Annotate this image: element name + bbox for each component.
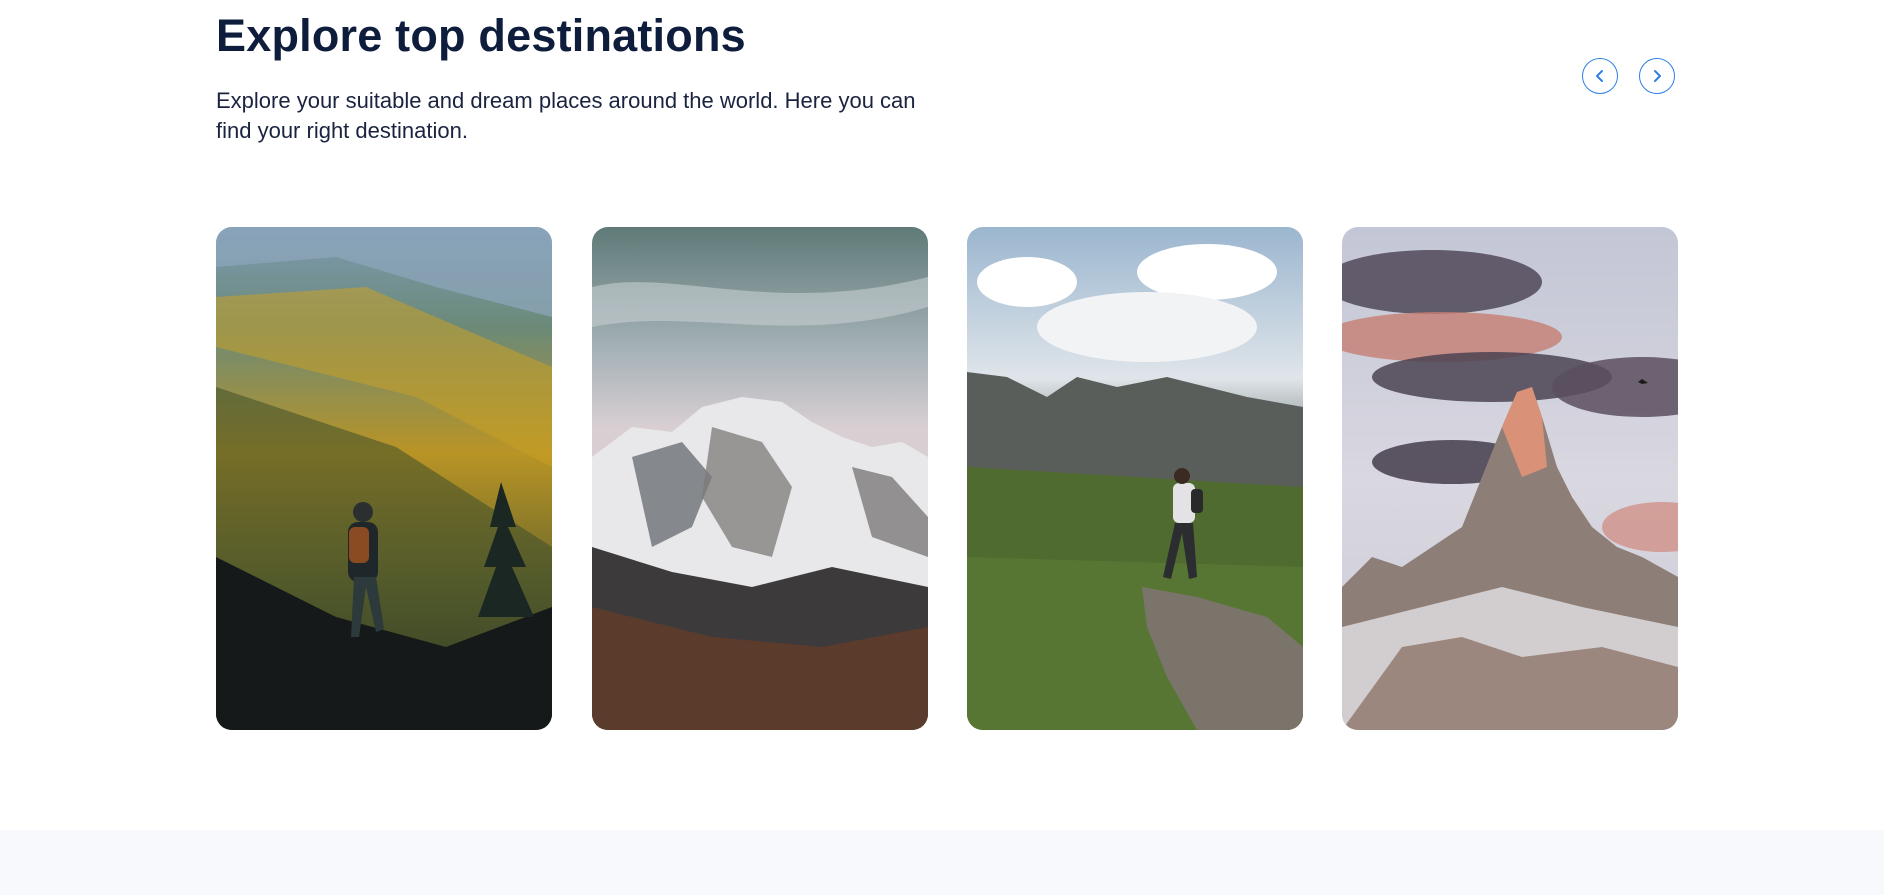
section-description: Explore your suitable and dream places a… [216,88,916,143]
rocky-peak-sunset-photo [1342,227,1678,730]
chevron-right-icon [1650,69,1664,83]
chevron-left-icon [1593,69,1607,83]
destinations-section: Explore top destinations Explore your su… [0,0,1884,830]
destination-card[interactable] [967,227,1303,730]
destination-cards [216,227,1678,730]
next-section-band [0,830,1884,895]
destination-card[interactable] [1342,227,1678,730]
carousel-next-button[interactable] [1639,58,1675,94]
carousel-prev-button[interactable] [1582,58,1618,94]
page-title: Explore top destinations [216,10,746,61]
destination-card[interactable] [592,227,928,730]
hiker-on-cliff-edge-photo [967,227,1303,730]
destination-card[interactable] [216,227,552,730]
snowy-mountain-peaks-photo [592,227,928,730]
hiker-autumn-valley-photo [216,227,552,730]
